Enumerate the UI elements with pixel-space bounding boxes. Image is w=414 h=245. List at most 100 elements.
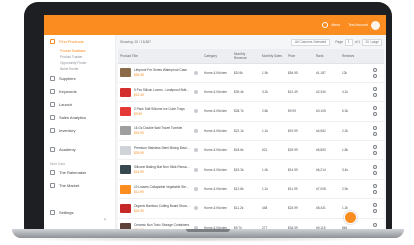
track-icon[interactable] (373, 164, 377, 169)
copy-icon[interactable] (373, 93, 377, 98)
preview-cell[interactable] (192, 198, 202, 219)
page-input[interactable]: 1 (344, 38, 353, 46)
product-cell[interactable]: Lifeproof Fre Series Waterproof Case $54… (118, 63, 192, 83)
user-name: Test Account (348, 23, 368, 27)
preview-cell[interactable] (192, 179, 202, 200)
column-header[interactable]: Rank (314, 49, 340, 64)
track-icon[interactable] (373, 87, 377, 92)
table-row[interactable]: 2 Pack Soft Silicone Ice Cube Trays $9.9… (118, 101, 384, 122)
eye-icon[interactable] (194, 70, 198, 75)
column-header[interactable]: Price (286, 49, 314, 64)
column-header[interactable]: Monthly Sales (260, 49, 286, 64)
sidebar-item-rainmaker[interactable]: The Rainmaker (44, 166, 115, 179)
preview-cell[interactable] (192, 101, 202, 122)
product-cell[interactable]: Silicone Baking Mat Non Stick Reusable $… (118, 159, 192, 180)
table-row[interactable]: Silicone Baking Mat Non Stick Reusable $… (118, 159, 384, 180)
columns-selector[interactable]: All Columns Selected (290, 38, 331, 46)
track-icon[interactable] (373, 222, 377, 227)
eye-icon[interactable] (194, 187, 198, 192)
product-cell[interactable]: Ceramic Non Toxic Storage Containers $34… (118, 218, 192, 229)
help-chat-button[interactable] (344, 211, 357, 224)
track-icon[interactable] (373, 184, 377, 189)
column-header[interactable]: Product Title (118, 49, 192, 64)
price-cell: $11.99 (286, 179, 314, 200)
track-icon[interactable] (373, 106, 377, 111)
copy-icon[interactable] (373, 112, 377, 117)
product-title[interactable]: 10 Leaves Collapsible Vegetable Steamer (134, 185, 190, 189)
track-icon[interactable] (373, 145, 377, 150)
product-title[interactable]: Premium Stainless Steel Mixing Bowls Set (134, 146, 190, 150)
sidebar-item-sales-analytics[interactable]: Sales Analytics (44, 111, 115, 124)
product-cell[interactable]: Premium Stainless Steel Mixing Bowls Set… (118, 140, 192, 161)
eye-icon[interactable] (194, 206, 198, 211)
preview-cell[interactable] (192, 218, 202, 229)
copy-icon[interactable] (373, 190, 377, 195)
table-row[interactable]: Premium Stainless Steel Mixing Bowls Set… (118, 140, 384, 161)
eye-icon[interactable] (194, 167, 198, 172)
table-toolbar: Showing: 20 / 15,887 All Columns Selecte… (116, 35, 386, 49)
product-table: Product Title Category Monthly Revenue M… (118, 49, 384, 229)
sidebar-item-market[interactable]: The Market (44, 179, 115, 192)
actions-cell (366, 121, 384, 142)
product-cell[interactable]: 10 Leaves Collapsible Vegetable Steamer … (118, 179, 192, 200)
eye-icon[interactable] (194, 109, 198, 114)
table-row[interactable]: 10 Leaves Collapsible Vegetable Steamer … (118, 179, 384, 200)
rank-cell: #5,890 (314, 140, 340, 161)
reviews-cell: 6.3k (340, 101, 366, 122)
preview-cell[interactable] (192, 121, 202, 142)
product-title[interactable]: 5 Pcs Silicon Lovers - Leakproof Bottles (134, 88, 190, 92)
copy-icon[interactable] (373, 151, 377, 156)
preview-cell[interactable] (192, 159, 202, 180)
chevron-left-icon[interactable]: ‹ (104, 217, 106, 223)
product-price: $14.99 (134, 170, 144, 175)
copy-icon[interactable] (373, 170, 377, 175)
product-cell[interactable]: 5 Pcs Silicon Lovers - Leakproof Bottles… (118, 82, 192, 103)
category-cell: Home & Kitchen (202, 82, 232, 103)
column-header[interactable]: Reviews (340, 49, 366, 64)
revenue-cell: $9.7k (232, 218, 260, 229)
preview-cell[interactable] (192, 82, 202, 103)
copy-icon[interactable] (373, 131, 377, 136)
user-menu[interactable]: Test Account (348, 20, 380, 30)
eye-icon[interactable] (194, 90, 198, 95)
bell-icon (322, 22, 329, 28)
product-title[interactable]: Lifeproof Fre Series Waterproof Case (134, 68, 187, 72)
product-thumbnail (120, 126, 131, 136)
product-cell[interactable]: Organic Bamboo Cutting Board Storage $24… (118, 198, 192, 219)
track-icon[interactable] (373, 125, 377, 130)
sidebar-item-find-products[interactable]: Find Products (44, 35, 115, 48)
track-icon[interactable] (373, 67, 377, 72)
product-title[interactable]: Organic Bamboo Cutting Board Storage (134, 204, 190, 208)
sidebar-item-suppliers[interactable]: Suppliers (44, 72, 115, 85)
preview-cell[interactable] (192, 63, 202, 83)
product-title[interactable]: 2 Pack Soft Silicone Ice Cube Trays (134, 107, 185, 111)
table-row[interactable]: 5 Pcs Silicon Lovers - Leakproof Bottles… (118, 82, 384, 103)
sidebar-item-academy[interactable]: Academy (44, 143, 115, 156)
sidebar-item-inventory[interactable]: Inventory (44, 124, 115, 137)
pagination: Page 1 of 1 20 / page (335, 38, 382, 46)
rank-cell: #7,008 (314, 179, 340, 200)
actions-cell (366, 159, 384, 180)
category-cell: Home & Kitchen (202, 198, 232, 219)
store-icon (50, 183, 55, 188)
eye-icon[interactable] (194, 148, 198, 153)
product-cell[interactable]: 2 Pack Soft Silicone Ice Cube Trays $9.9… (118, 101, 192, 122)
table-row[interactable]: Lifeproof Fre Series Waterproof Case $54… (118, 63, 384, 83)
preview-cell[interactable] (192, 140, 202, 161)
product-cell[interactable]: 16 Oz Double Wall Travel Tumbler $19.99 (118, 121, 192, 142)
sidebar-item-keywords[interactable]: Keywords (44, 85, 115, 98)
track-icon[interactable] (373, 203, 377, 208)
copy-icon[interactable] (373, 73, 377, 78)
table-row[interactable]: 16 Oz Double Wall Travel Tumbler $19.99 … (118, 121, 384, 142)
per-page-select[interactable]: 20 / page (362, 38, 382, 46)
column-header[interactable]: Monthly Revenue (232, 49, 260, 64)
actions-cell (366, 198, 384, 219)
copy-icon[interactable] (373, 209, 377, 214)
alerts-button[interactable]: Alerts (322, 22, 340, 28)
product-title[interactable]: Ceramic Non Toxic Storage Containers (134, 223, 189, 227)
sidebar-item-launch[interactable]: Launch (44, 98, 115, 111)
eye-icon[interactable] (194, 128, 198, 133)
product-title[interactable]: 16 Oz Double Wall Travel Tumbler (134, 126, 182, 130)
product-title[interactable]: Silicone Baking Mat Non Stick Reusable (134, 165, 190, 169)
column-header[interactable]: Category (202, 49, 232, 64)
